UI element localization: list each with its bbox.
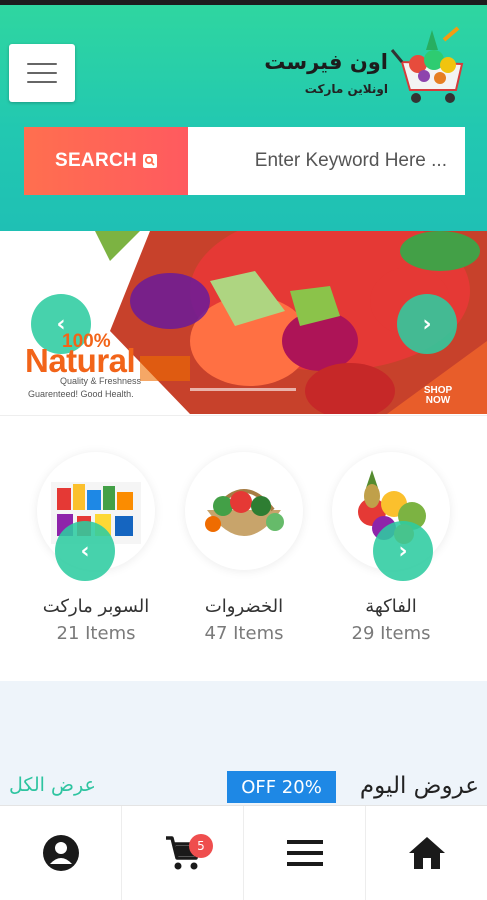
shop-now-line2: NOW	[425, 395, 451, 406]
banner-guarantee-text: Guarenteed! Good Health.	[28, 389, 134, 399]
logo-subtitle: اونلاين ماركت	[304, 82, 388, 96]
store-logo[interactable]: اون فيرست اونلاين ماركت	[264, 20, 470, 110]
category-count: 29 Items	[351, 623, 431, 644]
nav-cart[interactable]: 5	[122, 806, 244, 900]
chevron-left-icon: ‹	[80, 538, 90, 564]
shopping-cart-logo-icon	[390, 26, 464, 103]
search-icon	[143, 154, 158, 168]
bottom-nav: 5	[0, 805, 487, 900]
menu-icon	[286, 840, 323, 866]
offers-title: عروض اليوم	[359, 773, 479, 799]
promo-banner[interactable]: ‹ ›	[0, 231, 487, 414]
chevron-right-icon: ›	[398, 538, 408, 564]
category-count: 21 Items	[56, 623, 136, 644]
search-bar: SEARCH	[24, 127, 465, 195]
chevron-right-icon: ›	[422, 311, 432, 337]
slider-indicator	[190, 388, 296, 391]
shop-now-button[interactable]: SHOP NOW	[420, 386, 456, 406]
logo-title: اون فيرست	[264, 50, 388, 74]
category-vegetables[interactable]: الخضروات 47 Items	[170, 452, 318, 644]
categories-prev-button[interactable]: ‹	[55, 521, 115, 581]
hamburger-icon	[27, 63, 57, 65]
hamburger-menu-button[interactable]	[9, 44, 75, 102]
nav-account[interactable]	[0, 806, 122, 900]
search-button[interactable]: SEARCH	[24, 127, 188, 195]
category-name: الخضروات	[204, 596, 284, 617]
category-name: الفاكهة	[365, 596, 417, 617]
banner-natural: Natural	[25, 342, 136, 379]
categories-next-button[interactable]: ›	[373, 521, 433, 581]
nav-menu[interactable]	[244, 806, 366, 900]
cart-count-badge: 5	[189, 834, 213, 858]
banner-next-button[interactable]: ›	[397, 294, 457, 354]
banner-quality-text: Quality & Freshness	[60, 376, 142, 386]
account-icon	[42, 835, 79, 871]
categories-section: الفاكهة 29 Items الخضروات 47 Items السوب…	[0, 415, 487, 680]
view-all-link[interactable]: عرض الكل	[9, 774, 96, 796]
search-input[interactable]	[188, 127, 465, 195]
home-icon	[408, 837, 445, 869]
category-name: السوبر ماركت	[42, 596, 150, 617]
vegetables-image	[185, 452, 303, 570]
search-button-label: SEARCH	[54, 150, 138, 171]
nav-home[interactable]	[366, 806, 487, 900]
category-count: 47 Items	[204, 623, 284, 644]
offer-badge: OFF 20%	[227, 771, 336, 803]
